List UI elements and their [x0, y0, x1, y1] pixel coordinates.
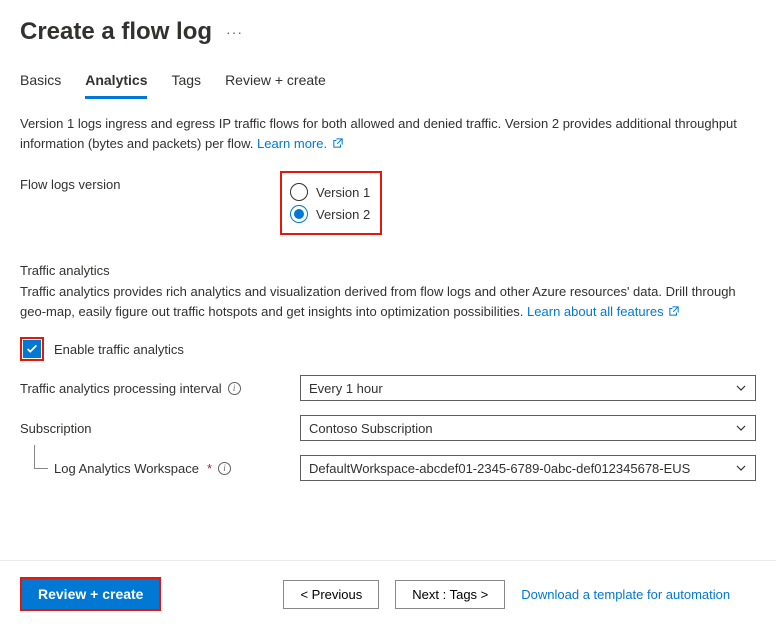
next-button[interactable]: Next : Tags > — [395, 580, 505, 609]
radio-icon — [290, 205, 308, 223]
radio-icon — [290, 183, 308, 201]
tab-tags[interactable]: Tags — [171, 72, 201, 99]
chevron-down-icon — [735, 462, 747, 474]
radio-version-2[interactable]: Version 2 — [290, 205, 370, 223]
previous-button[interactable]: < Previous — [283, 580, 379, 609]
review-create-highlight: Review + create — [20, 577, 161, 611]
flow-logs-version-label: Flow logs version — [20, 171, 280, 192]
info-icon[interactable]: i — [228, 382, 241, 395]
page-title: Create a flow log — [20, 18, 212, 46]
enable-traffic-checkbox[interactable] — [23, 340, 41, 358]
interval-label: Traffic analytics processing interval i — [20, 381, 300, 396]
required-asterisk: * — [207, 461, 212, 476]
chevron-down-icon — [735, 422, 747, 434]
footer-bar: Review + create < Previous Next : Tags >… — [0, 560, 776, 627]
more-icon[interactable]: ··· — [226, 24, 243, 40]
workspace-select[interactable]: DefaultWorkspace-abcdef01-2345-6789-0abc… — [300, 455, 756, 481]
workspace-label: Log Analytics Workspace * i — [20, 461, 300, 476]
subscription-select[interactable]: Contoso Subscription — [300, 415, 756, 441]
traffic-analytics-heading: Traffic analytics — [20, 263, 756, 278]
tree-line-icon — [34, 445, 48, 469]
tab-bar: Basics Analytics Tags Review + create — [0, 52, 776, 100]
external-link-icon — [333, 138, 343, 148]
interval-select[interactable]: Every 1 hour — [300, 375, 756, 401]
subscription-label: Subscription — [20, 421, 300, 436]
traffic-description: Traffic analytics provides rich analytic… — [20, 282, 756, 321]
learn-features-link[interactable]: Learn about all features — [527, 304, 679, 319]
check-icon — [25, 342, 39, 356]
tab-review-create[interactable]: Review + create — [225, 72, 326, 99]
enable-traffic-label: Enable traffic analytics — [54, 342, 184, 357]
tab-analytics[interactable]: Analytics — [85, 72, 147, 99]
external-link-icon — [669, 306, 679, 316]
info-icon[interactable]: i — [218, 462, 231, 475]
chevron-down-icon — [735, 382, 747, 394]
radio-version-1[interactable]: Version 1 — [290, 183, 370, 201]
download-template-link[interactable]: Download a template for automation — [521, 587, 730, 602]
learn-more-link[interactable]: Learn more. — [257, 136, 343, 151]
version-description: Version 1 logs ingress and egress IP tra… — [20, 114, 756, 153]
tab-basics[interactable]: Basics — [20, 72, 61, 99]
version-highlight: Version 1 Version 2 — [280, 171, 382, 235]
review-create-button[interactable]: Review + create — [22, 579, 159, 609]
checkbox-highlight — [20, 337, 44, 361]
